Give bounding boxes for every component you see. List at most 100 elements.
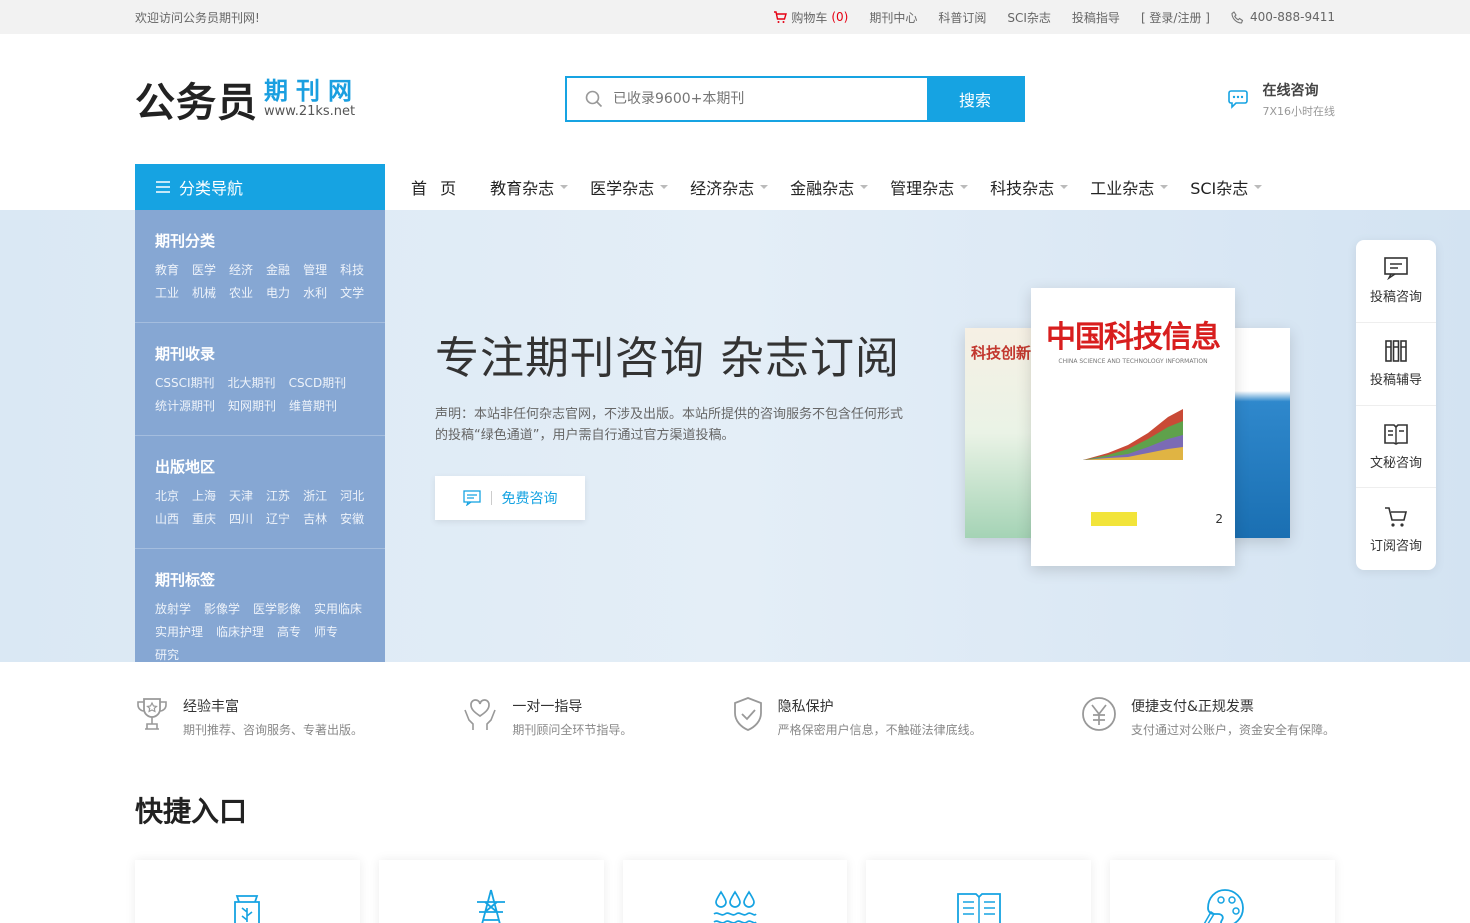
nav-industry[interactable]: 工业杂志: [1090, 175, 1169, 199]
logo-main-text: 公务员: [135, 80, 258, 126]
quick-tile-water[interactable]: [622, 860, 848, 923]
water-icon: [713, 890, 757, 923]
cart-link[interactable]: 购物车 (0): [773, 9, 848, 26]
menu-link[interactable]: 工业: [155, 284, 179, 301]
menu-link[interactable]: 医学: [192, 261, 216, 278]
menu-link[interactable]: 山西: [155, 510, 179, 527]
nav-technology[interactable]: 科技杂志: [990, 175, 1069, 199]
consult-title: 在线咨询: [1262, 82, 1319, 99]
feature-privacy: 隐私保护 严格保密用户信息，不触碰法律底线。: [732, 696, 982, 782]
top-link-sci[interactable]: SCI杂志: [1007, 9, 1051, 26]
search-bar: 搜索: [565, 76, 1025, 122]
menu-link[interactable]: 电力: [266, 284, 290, 301]
menu-link[interactable]: 天津: [229, 487, 253, 504]
chevron-down-icon: [1254, 185, 1263, 189]
free-consult-button[interactable]: 免费咨询: [435, 476, 585, 520]
nav-sci[interactable]: SCI杂志: [1190, 175, 1263, 199]
cart-count: (0): [831, 10, 849, 24]
menu-link[interactable]: 研究: [155, 646, 179, 662]
feature-desc: 支付通过对公账户，资金安全有保障。: [1130, 723, 1335, 737]
quick-entrance-section: 快捷入口: [0, 782, 1470, 923]
menu-link[interactable]: 文学: [340, 284, 364, 301]
shield-icon: [733, 697, 762, 731]
quick-tile-art[interactable]: [1110, 860, 1335, 923]
menu-group-journal-category: 期刊分类 教育 医学 经济 金融 管理 科技 工业 机械 农业 电力 水利 文学: [135, 210, 385, 323]
cover-yellow-band: [1091, 512, 1137, 526]
cart-icon: [774, 11, 788, 23]
feature-title: 一对一指导: [512, 699, 583, 715]
menu-group-region: 出版地区 北京 上海 天津 江苏 浙江 河北 山西 重庆 四川 辽宁 吉林 安徽: [135, 436, 385, 549]
menu-link[interactable]: 江苏: [266, 487, 290, 504]
open-book-icon: [1384, 424, 1408, 445]
menu-link[interactable]: 辽宁: [266, 510, 290, 527]
menu-link[interactable]: CSCD期刊: [289, 374, 347, 391]
menu-link[interactable]: 管理: [303, 261, 327, 278]
menu-link[interactable]: 河北: [340, 487, 364, 504]
menu-link[interactable]: 机械: [192, 284, 216, 301]
menu-link[interactable]: 安徽: [340, 510, 364, 527]
search-icon: [585, 90, 603, 108]
search-input[interactable]: [613, 91, 893, 107]
menu-link[interactable]: 放射学: [155, 600, 191, 617]
nav-economy[interactable]: 经济杂志: [690, 175, 769, 199]
nav-management[interactable]: 管理杂志: [890, 175, 969, 199]
quick-tile-agriculture[interactable]: [135, 860, 360, 923]
menu-link[interactable]: 教育: [155, 261, 179, 278]
nav-finance[interactable]: 金融杂志: [790, 175, 869, 199]
menu-link[interactable]: 师专: [314, 623, 338, 640]
menu-link[interactable]: 维普期刊: [289, 397, 337, 414]
menu-link[interactable]: 经济: [229, 261, 253, 278]
menu-link[interactable]: 上海: [192, 487, 216, 504]
feature-desc: 严格保密用户信息，不触碰法律底线。: [777, 723, 982, 737]
quick-tile-power[interactable]: [378, 860, 604, 923]
feature-payment: 便捷支付&正规发票 支付通过对公账户，资金安全有保障。: [1081, 696, 1335, 782]
chevron-down-icon: [1160, 185, 1169, 189]
menu-link[interactable]: 科技: [340, 261, 364, 278]
book-icon: [956, 893, 1001, 923]
search-button[interactable]: 搜索: [927, 78, 1023, 120]
nav-medical[interactable]: 医学杂志: [590, 175, 669, 199]
quick-tile-book[interactable]: [866, 860, 1092, 923]
menu-link[interactable]: 知网期刊: [228, 397, 276, 414]
menu-link[interactable]: 吉林: [303, 510, 327, 527]
quick-tiles: [135, 860, 1335, 923]
menu-link[interactable]: 高专: [277, 623, 301, 640]
top-link-science-subscribe[interactable]: 科普订阅: [938, 9, 986, 26]
menu-link[interactable]: 统计源期刊: [155, 397, 215, 414]
menu-link[interactable]: 农业: [229, 284, 253, 301]
online-consult[interactable]: 在线咨询 7X16小时在线: [1228, 80, 1335, 119]
float-secretary-consult[interactable]: 文秘咨询: [1356, 406, 1436, 489]
float-subscription-consult[interactable]: 订阅咨询: [1356, 488, 1436, 570]
top-link-submission-guide[interactable]: 投稿指导: [1072, 9, 1120, 26]
nav-home[interactable]: 首 页: [411, 175, 460, 199]
menu-link[interactable]: 北京: [155, 487, 179, 504]
chevron-down-icon: [1060, 185, 1069, 189]
menu-link[interactable]: 医学影像: [253, 600, 301, 617]
features-strip: 经验丰富 期刊推荐、咨询服务、专著出版。 一对一指导 期刊顾问全环节指导。 隐私…: [0, 662, 1470, 782]
main-nav: 分类导航 首 页 教育杂志 医学杂志 经济杂志 金融杂志 管理杂志 科技杂志 工…: [0, 164, 1470, 210]
menu-link[interactable]: CSSCI期刊: [155, 374, 215, 391]
menu-link[interactable]: 金融: [266, 261, 290, 278]
menu-link[interactable]: 水利: [303, 284, 327, 301]
menu-link[interactable]: 影像学: [204, 600, 240, 617]
journal-covers: 科技创新 中国科技信息 CHINA SCIENCE AND TECHNOLOGY…: [965, 288, 1305, 588]
category-nav-button[interactable]: 分类导航: [135, 164, 385, 210]
message-icon: [462, 490, 481, 506]
top-link-login-register[interactable]: [ 登录/注册 ]: [1141, 9, 1210, 26]
header: 公务员 期刊网 www.21ks.net 搜索 在线咨询 7X16小时在线: [0, 34, 1470, 164]
menu-group-title: 出版地区: [155, 458, 216, 476]
menu-link[interactable]: 实用临床: [314, 600, 362, 617]
menu-link[interactable]: 浙江: [303, 487, 327, 504]
float-submission-consult[interactable]: 投稿咨询: [1356, 240, 1436, 323]
menu-link[interactable]: 实用护理: [155, 623, 203, 640]
nav-education[interactable]: 教育杂志: [490, 175, 569, 199]
top-link-journal-center[interactable]: 期刊中心: [869, 9, 917, 26]
site-logo[interactable]: 公务员 期刊网 www.21ks.net: [135, 70, 565, 128]
feature-desc: 期刊推荐、咨询服务、专著出版。: [183, 723, 364, 737]
menu-link[interactable]: 四川: [229, 510, 253, 527]
menu-link[interactable]: 重庆: [192, 510, 216, 527]
feature-one-on-one: 一对一指导 期刊顾问全环节指导。: [462, 696, 632, 782]
float-submission-tutoring[interactable]: 投稿辅导: [1356, 323, 1436, 406]
menu-link[interactable]: 临床护理: [216, 623, 264, 640]
menu-link[interactable]: 北大期刊: [228, 374, 276, 391]
